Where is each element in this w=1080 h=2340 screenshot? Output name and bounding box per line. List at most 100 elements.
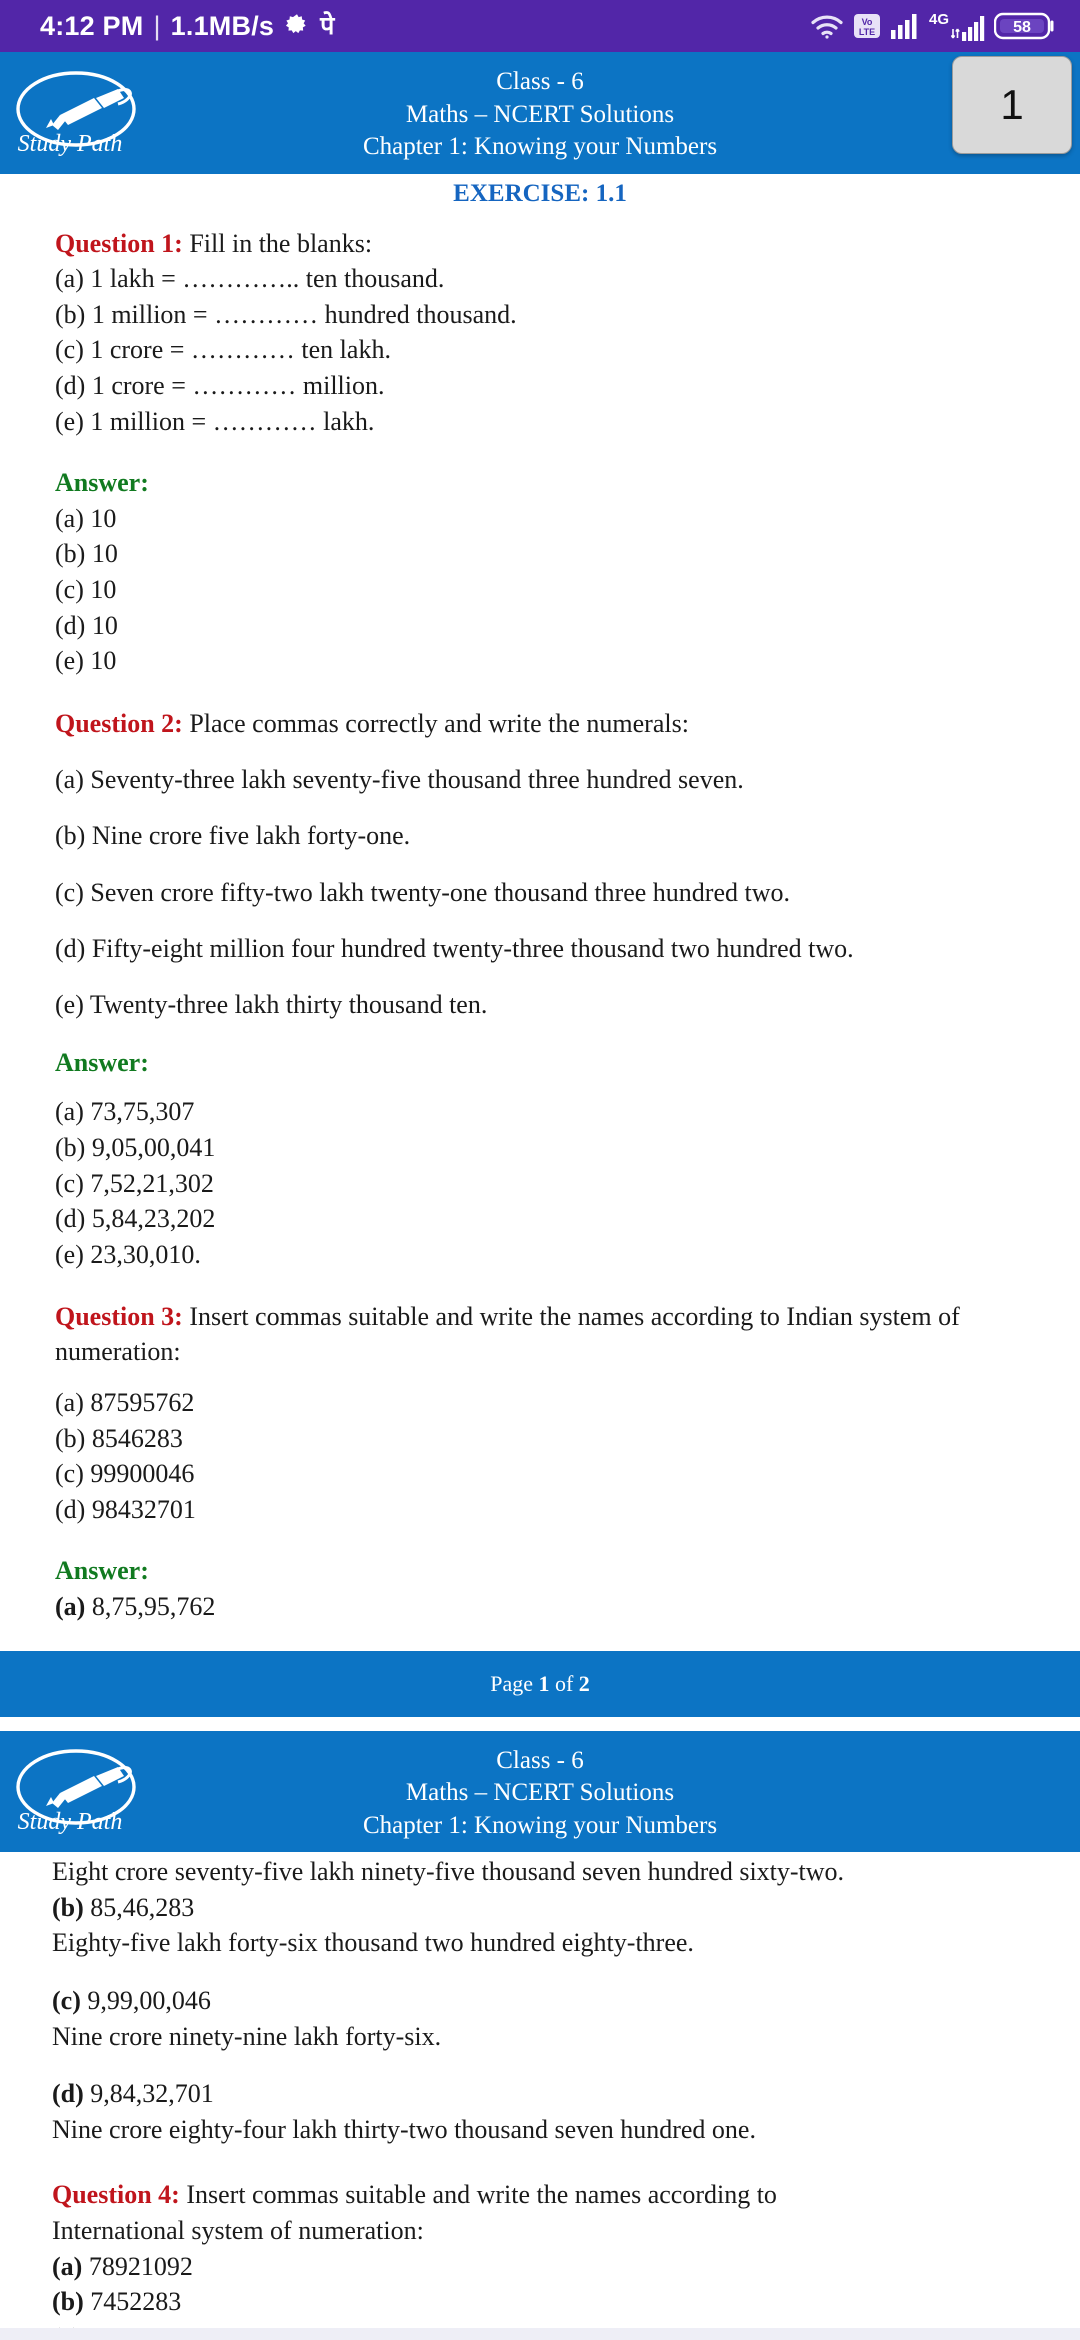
question-1-label: Question 1: — [55, 228, 183, 258]
question-1-item-c: (c) 1 crore = ………… ten lakh. — [55, 335, 391, 365]
q3-answer-c-block: (c) 9,99,00,046 Nine crore ninety-nine l… — [52, 1983, 1044, 2054]
question-2-item-c: (c) Seven crore fifty-two lakh twenty-on… — [55, 877, 790, 907]
answer-1-item-a: (a) 10 — [55, 503, 117, 533]
answer-2-item-d: (d) 5,84,23,202 — [55, 1204, 216, 1234]
header-chapter: Chapter 1: Knowing your Numbers — [362, 133, 718, 160]
document-page-1: Study Path Class - 6 Maths – NCERT Solut… — [0, 52, 1080, 1717]
study-path-logo-icon-page2: Study Path — [8, 1743, 168, 1839]
answer-2-label: Answer: — [55, 1047, 149, 1077]
question-3-item-b: (b) 8546283 — [55, 1423, 183, 1453]
q3-answer-b-name: Eighty-five lakh forty-six thousand two … — [52, 1928, 694, 1958]
svg-text:Study Path: Study Path — [18, 131, 123, 157]
status-separator: | — [153, 10, 161, 41]
battery-icon: 58 — [994, 11, 1056, 41]
answer-1-label: Answer: — [55, 468, 149, 498]
screen-frame: 4:12 PM | 1.1MB/s पे Vo LTE 4G 58 Study … — [0, 0, 1080, 2340]
status-time: 4:12 PM — [40, 10, 144, 41]
page1-content: Question 1: Fill in the blanks: (a) 1 la… — [0, 212, 1080, 1625]
question-4-prompt: Insert commas suitable and write the nam… — [179, 2180, 777, 2210]
question-1-item-e: (e) 1 million = ………… lakh. — [55, 406, 375, 436]
page-indicator-bar: Page 1 of 2 — [0, 1650, 1080, 1717]
q3-answer-c-name: Nine crore ninety-nine lakh forty-six. — [52, 2021, 442, 2051]
answer-3-label: Answer: — [55, 1556, 149, 1586]
status-bar: 4:12 PM | 1.1MB/s पे Vo LTE 4G 58 — [0, 0, 1080, 52]
volte-icon: Vo LTE — [853, 12, 881, 40]
question-2-item-d: (d) Fifty-eight million four hundred twe… — [55, 934, 854, 964]
svg-text:Study Path: Study Path — [18, 1809, 123, 1835]
question-1-heading: Question 1: Fill in the blanks: — [55, 226, 1044, 262]
svg-text:LTE: LTE — [859, 27, 875, 37]
question-4-heading: Question 4: Insert commas suitable and w… — [52, 2177, 1044, 2213]
question-4-item-b-marker: (b) — [52, 2287, 84, 2317]
answer-1-item-b: (b) 10 — [55, 539, 118, 569]
status-bar-right: Vo LTE 4G 58 — [810, 11, 1056, 41]
question-2-item-b: (b) Nine crore five lakh forty-one. — [55, 821, 411, 851]
question-3-items: (a) 87595762 (b) 8546283 (c) 99900046 (d… — [55, 1385, 1044, 1527]
question-4-item-a: (a) 78921092 — [52, 2249, 1044, 2285]
svg-text:Vo: Vo — [862, 17, 873, 27]
network-type-label: 4G — [928, 10, 949, 28]
q3-answer-a-name: Eight crore seventy-five lakh ninety-fiv… — [52, 1857, 845, 1887]
question-2-label: Question 2: — [55, 708, 183, 738]
page2-header: Study Path Class - 6 Maths – NCERT Solut… — [0, 1730, 1080, 1853]
q3-answer-d-name: Nine crore eighty-four lakh thirty-two t… — [52, 2114, 756, 2144]
q3-answer-d-block: (d) 9,84,32,701 Nine crore eighty-four l… — [52, 2076, 1044, 2147]
question-2-block: Question 2: Place commas correctly and w… — [55, 707, 1044, 1023]
question-4-item-a-value: 78921092 — [82, 2251, 193, 2281]
document-page-2: Study Path Class - 6 Maths – NCERT Solut… — [0, 1730, 1080, 2340]
q3-continued-block: Eight crore seventy-five lakh ninety-fiv… — [52, 1854, 1044, 1961]
question-1-item-a: (a) 1 lakh = ………….. ten thousand. — [55, 264, 445, 294]
answer-1-item-e: (e) 10 — [55, 646, 117, 676]
question-4-block: Question 4: Insert commas suitable and w… — [52, 2177, 1044, 2340]
gear-icon — [284, 13, 310, 39]
page1-header: Study Path Class - 6 Maths – NCERT Solut… — [0, 52, 1080, 174]
q3-answer-c: (c) 9,99,00,046 — [52, 1983, 1044, 2019]
question-3-item-d: (d) 98432701 — [55, 1494, 196, 1524]
question-3-item-c: (c) 99900046 — [55, 1459, 195, 1489]
network-type-indicator: 4G — [929, 12, 985, 41]
q3-answer-d-value: 9,84,32,701 — [83, 2079, 214, 2109]
question-1-prompt: Fill in the blanks: — [182, 228, 373, 258]
question-3-prompt: Insert commas suitable and write the nam… — [55, 1302, 960, 1366]
page-separator — [0, 1716, 1080, 1731]
page2-header-text: Class - 6 Maths – NCERT Solutions Chapte… — [363, 1745, 717, 1843]
pager-total: 2 — [578, 1670, 590, 1696]
question-4-item-b: (b) 7452283 — [52, 2284, 1044, 2320]
question-4-label: Question 4: — [52, 2180, 180, 2210]
signal-bars-icon — [890, 13, 920, 39]
answer-1-item-c: (c) 10 — [55, 574, 117, 604]
answer-2-item-e: (e) 23,30,010. — [55, 1239, 201, 1269]
page1-header-text: Class - 6 Maths – NCERT Solutions Chapte… — [363, 66, 717, 164]
q3-answer-c-marker: (c) — [52, 1985, 81, 2015]
exercise-title: EXERCISE: 1.1 — [453, 179, 627, 207]
answer-2-block: Answer: (a) 73,75,307 (b) 9,05,00,041 (c… — [55, 1045, 1044, 1273]
status-bar-left: 4:12 PM | 1.1MB/s पे — [40, 11, 335, 42]
question-2-heading: Question 2: Place commas correctly and w… — [55, 707, 1044, 741]
question-1-item-d: (d) 1 crore = ………… million. — [55, 370, 385, 400]
question-2-item-a: (a) Seventy-three lakh seventy-five thou… — [55, 765, 744, 795]
answer-2-item-b: (b) 9,05,00,041 — [55, 1132, 216, 1162]
signal-bars-icon-secondary — [951, 15, 985, 41]
answer-2-item-c: (c) 7,52,21,302 — [55, 1168, 214, 1198]
q3-answer-b-value: 85,46,283 — [83, 1892, 195, 1922]
answer-3-item-a-marker: (a) — [55, 1592, 86, 1622]
app-notification-glyph: पे — [320, 11, 335, 40]
question-3-block: Question 3: Insert commas suitable and w… — [55, 1300, 1044, 1527]
answer-3-item-a-value: 8,75,95,762 — [85, 1592, 216, 1622]
q3-answer-b: (b) 85,46,283 — [52, 1890, 1044, 1926]
header-chapter-p2: Chapter 1: Knowing your Numbers — [362, 1811, 718, 1839]
wifi-icon — [810, 13, 844, 39]
battery-level-text: 58 — [1013, 19, 1031, 36]
q3-answer-d-marker: (d) — [52, 2079, 84, 2109]
question-3-item-a: (a) 87595762 — [55, 1387, 195, 1417]
page-number-badge[interactable]: 1 — [952, 56, 1072, 154]
answer-3-block: Answer: (a) 8,75,95,762 — [55, 1553, 1044, 1624]
answer-2-item-a: (a) 73,75,307 — [55, 1097, 195, 1127]
header-subject: Maths – NCERT Solutions — [405, 100, 675, 128]
study-path-logo-icon: Study Path — [8, 65, 168, 161]
header-subject-p2: Maths – NCERT Solutions — [405, 1779, 675, 1807]
answer-1-block: Answer: (a) 10 (b) 10 (c) 10 (d) 10 (e) … — [55, 465, 1044, 679]
q3-answer-b-marker: (b) — [52, 1892, 84, 1922]
question-4-prompt-line2: International system of numeration: — [52, 2216, 424, 2245]
pager-current: 1 — [538, 1670, 550, 1696]
